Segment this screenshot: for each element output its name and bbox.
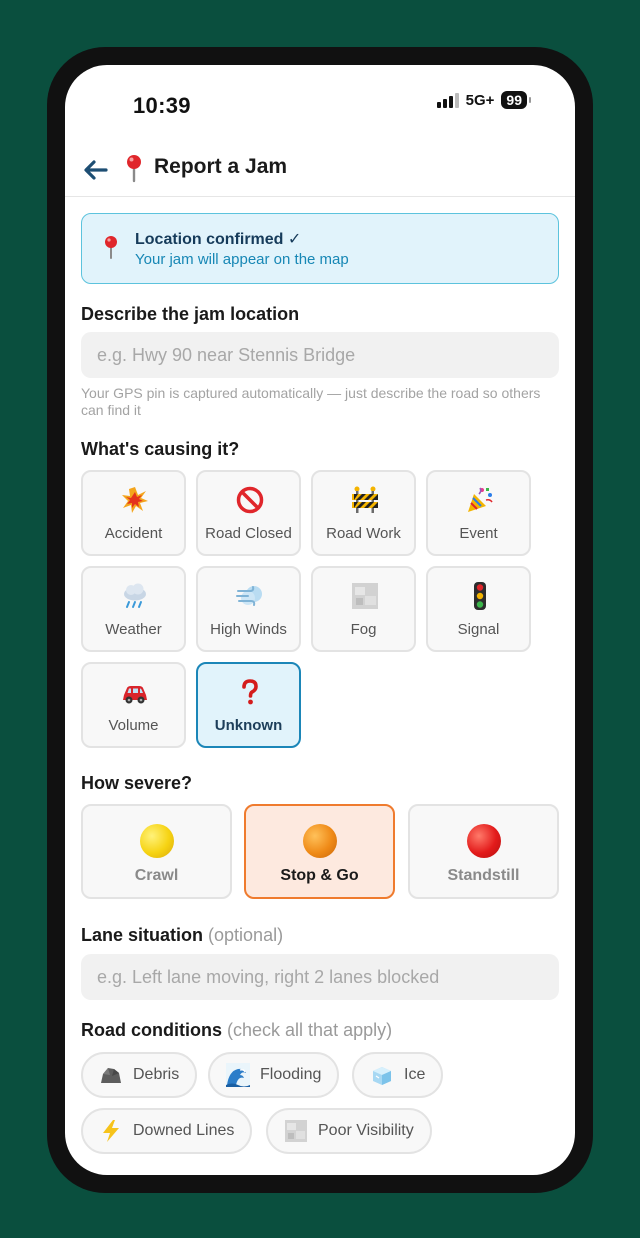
condition-label-ice: Ice — [404, 1066, 426, 1083]
yellow-circle-icon — [140, 824, 174, 858]
cause-option-unknown[interactable]: Unknown — [196, 662, 301, 748]
severity-option-crawl[interactable]: Crawl — [81, 804, 232, 899]
cause-label-signal: Signal — [457, 621, 500, 638]
severity-label-stop-and-go: Stop & Go — [280, 867, 359, 884]
cause-label-weather: Weather — [105, 621, 162, 638]
optional-tag: (optional) — [208, 925, 284, 945]
cause-label-accident: Accident — [104, 525, 163, 542]
road-conditions-label: Road conditions (check all that apply) — [81, 1020, 392, 1041]
location-label: Describe the jam location — [81, 304, 300, 324]
severity-label-standstill: Standstill — [447, 867, 520, 884]
battery-level: 99 — [501, 91, 527, 109]
pushpin-icon — [127, 155, 141, 183]
party-popper-icon — [468, 487, 493, 512]
condition-chip-debris[interactable]: Debris — [81, 1052, 198, 1098]
app-screen: 10:39 5G+ 99 Report a Jam Location confi… — [65, 65, 575, 1175]
condition-label-debris: Debris — [133, 1066, 180, 1083]
cause-option-weather[interactable]: Weather — [81, 566, 186, 652]
cause-option-event[interactable]: Event — [426, 470, 531, 556]
banner-title: Location confirmed ✓ — [135, 231, 302, 248]
cause-option-road-closed[interactable]: Road Closed — [196, 470, 301, 556]
page-title: Report a Jam — [154, 155, 288, 178]
network-type: 5G+ — [465, 91, 495, 109]
fog-icon — [285, 1120, 307, 1142]
road-conditions-hint: (check all that apply) — [227, 1020, 393, 1040]
cause-option-signal[interactable]: Signal — [426, 566, 531, 652]
condition-chip-poor-visibility[interactable]: Poor Visibility — [266, 1108, 432, 1154]
orange-circle-icon — [303, 824, 337, 858]
collision-icon — [122, 487, 148, 513]
fog-icon — [352, 583, 378, 609]
traffic-light-icon — [474, 582, 486, 610]
lane-situation-input[interactable] — [81, 954, 559, 1000]
banner-subtitle: Your jam will appear on the map — [135, 251, 349, 268]
pushpin-icon — [105, 236, 117, 259]
status-indicators: 5G+ 99 — [436, 89, 531, 111]
cause-label-fog: Fog — [350, 621, 377, 638]
rock-icon — [101, 1068, 121, 1083]
severity-label-crawl: Crawl — [134, 867, 179, 884]
condition-label-flooding: Flooding — [260, 1066, 322, 1083]
location-confirmed-banner: Location confirmed ✓ Your jam will appea… — [81, 213, 559, 284]
rain-cloud-icon — [124, 583, 146, 608]
red-circle-icon — [467, 824, 501, 858]
cause-label-unknown: Unknown — [214, 717, 283, 734]
cause-label-high-winds: High Winds — [210, 621, 287, 638]
no-entry-icon — [236, 486, 264, 514]
back-arrow-icon[interactable] — [81, 155, 111, 185]
severity-option-stop-and-go[interactable]: Stop & Go — [244, 804, 395, 899]
cause-option-fog[interactable]: Fog — [311, 566, 416, 652]
cause-label: What's causing it? — [81, 439, 240, 459]
cellular-signal-icon — [436, 92, 459, 108]
location-hint: Your GPS pin is captured automatically —… — [81, 385, 541, 418]
cause-option-accident[interactable]: Accident — [81, 470, 186, 556]
severity-option-standstill[interactable]: Standstill — [408, 804, 559, 899]
cause-label-volume: Volume — [108, 717, 159, 734]
lane-situation-title: Lane situation — [81, 925, 204, 945]
ice-cube-icon — [373, 1067, 391, 1085]
cause-label-road-work: Road Work — [326, 525, 401, 542]
condition-chip-ice[interactable]: Ice — [352, 1052, 444, 1098]
question-mark-icon — [242, 679, 258, 705]
condition-chip-flooding[interactable]: Flooding — [208, 1052, 340, 1098]
cause-option-volume[interactable]: Volume — [81, 662, 186, 748]
car-icon — [123, 686, 147, 704]
cause-label-road-closed: Road Closed — [205, 525, 292, 542]
severity-label: How severe? — [81, 773, 193, 793]
wind-icon — [236, 586, 262, 606]
construction-barrier-icon — [352, 486, 378, 513]
cause-label-event: Event — [459, 525, 498, 542]
location-input[interactable] — [81, 332, 559, 378]
condition-chip-downed-lines[interactable]: Downed Lines — [81, 1108, 253, 1154]
cause-option-road-work[interactable]: Road Work — [311, 470, 416, 556]
phone-frame: 10:39 5G+ 99 Report a Jam Location confi… — [47, 47, 593, 1193]
condition-label-downed-lines: Downed Lines — [133, 1122, 235, 1139]
lane-situation-label: Lane situation (optional) — [81, 925, 283, 946]
road-conditions-title: Road conditions — [81, 1020, 222, 1040]
battery-tip — [529, 97, 531, 103]
cause-option-high-winds[interactable]: High Winds — [196, 566, 301, 652]
wave-icon — [226, 1063, 250, 1087]
condition-label-poor-visibility: Poor Visibility — [318, 1122, 414, 1139]
lightning-icon — [103, 1120, 119, 1142]
status-time: 10:39 — [133, 93, 191, 118]
app-header: Report a Jam — [65, 145, 575, 197]
